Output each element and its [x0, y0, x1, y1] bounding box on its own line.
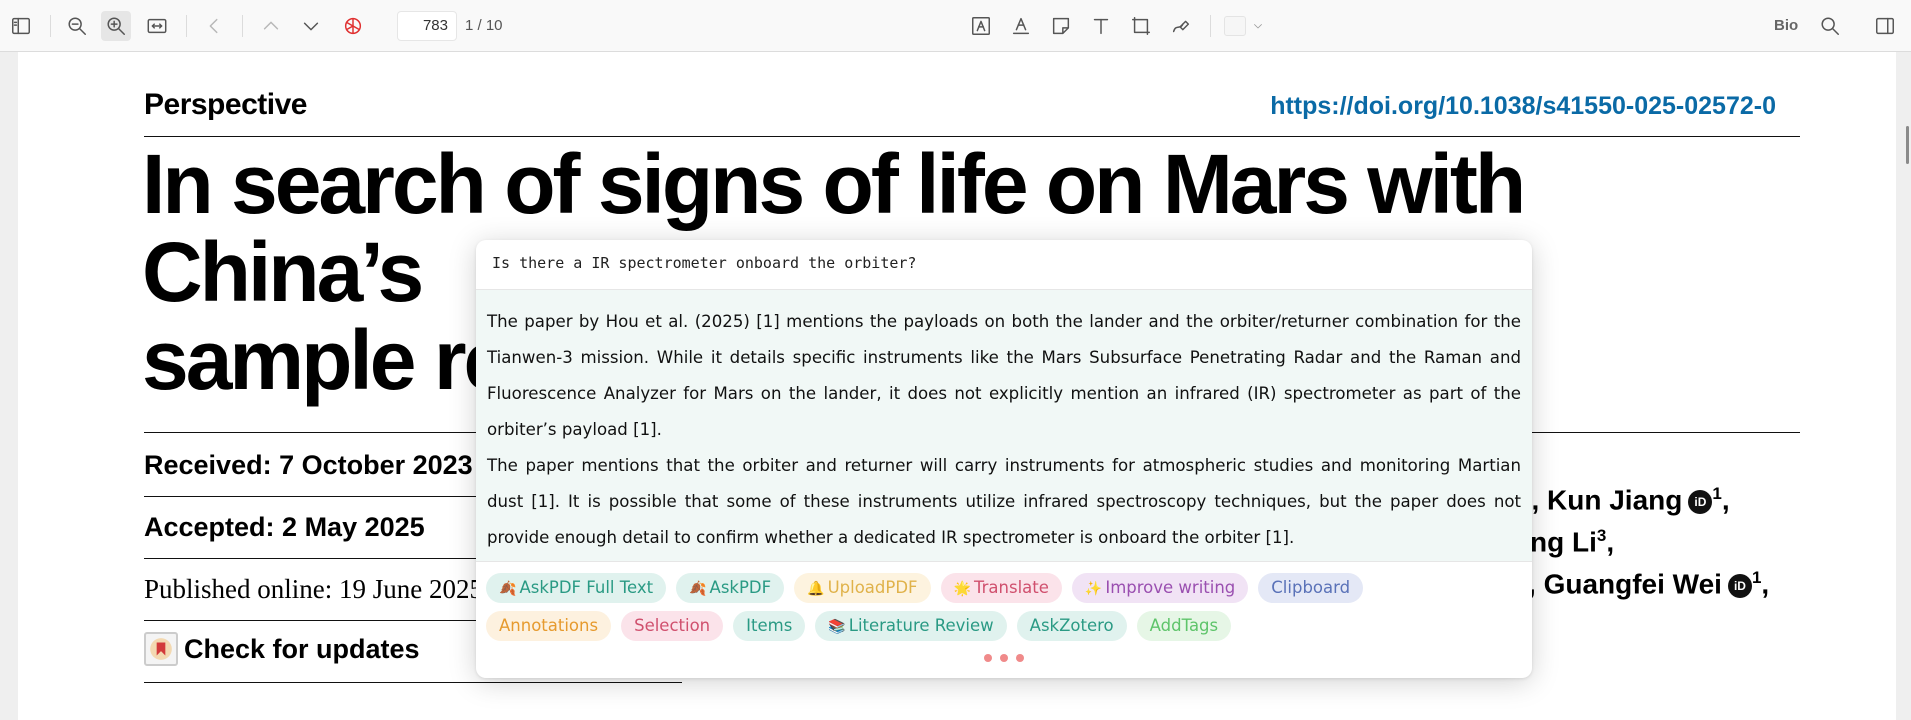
items-button[interactable]: Items: [733, 611, 806, 641]
dot-icon: [1000, 654, 1008, 662]
previous-page-icon[interactable]: [256, 11, 286, 41]
author-comma: ,: [1721, 484, 1730, 516]
fit-width-icon[interactable]: [142, 11, 172, 41]
scrollbar-thumb[interactable]: [1906, 126, 1909, 164]
chip-label: Clipboard: [1271, 578, 1351, 597]
author-sup: 3: [1596, 526, 1607, 545]
received-label: Received:: [144, 450, 272, 480]
askzotero-button[interactable]: AskZotero: [1016, 611, 1127, 641]
improve-writing-button[interactable]: ✨ Improve writing: [1071, 573, 1249, 603]
chip-label: Annotations: [499, 616, 599, 635]
author-sup: 1: [1712, 484, 1722, 503]
text-tool-icon[interactable]: [1086, 11, 1116, 41]
color-picker[interactable]: [1224, 16, 1246, 36]
answer-paragraph-2: The paper mentions that the orbiter and …: [487, 456, 1521, 547]
received-date: 7 October 2023: [279, 450, 473, 480]
page-number-input[interactable]: 783: [397, 11, 457, 41]
annotations-button[interactable]: Annotations: [486, 611, 612, 641]
answer-paragraph-1: The paper by Hou et al. (2025) [1] menti…: [487, 312, 1521, 439]
published-date: 19 June 2025: [339, 574, 483, 604]
author-guangfei-wei: , Guangfei Wei iD 1,: [1528, 568, 1769, 600]
accepted-line: Accepted: 2 May 2025: [144, 512, 425, 543]
chip-label: AskPDF: [709, 578, 772, 597]
draw-icon[interactable]: [1166, 11, 1196, 41]
chip-label: AskPDF Full Text: [519, 578, 654, 597]
zoom-out-icon[interactable]: [62, 11, 92, 41]
author-comma: ,: [1761, 568, 1770, 600]
accepted-label: Accepted:: [144, 512, 275, 542]
translate-button[interactable]: 🌟 Translate: [940, 573, 1062, 603]
author-name: Kun Jiang: [1547, 484, 1683, 516]
highlight-text-icon[interactable]: [966, 11, 996, 41]
author-name: ng Li: [1530, 526, 1597, 558]
published-line: Published online: 19 June 2025: [144, 574, 483, 605]
author-sup: 1: [1751, 568, 1762, 587]
published-label: Published online:: [144, 574, 333, 604]
toolbar: 783 1 / 10 Bio: [0, 0, 1911, 52]
emoji-icon: 🌟: [953, 581, 971, 597]
emoji-icon: 📚: [828, 619, 846, 635]
author-li: ng Li3,: [1530, 526, 1614, 558]
chip-label: AddTags: [1149, 616, 1219, 635]
chip-label: Improve writing: [1105, 578, 1236, 597]
uploadpdf-button[interactable]: 🔔 UploadPDF: [794, 573, 931, 603]
search-icon[interactable]: [1815, 11, 1845, 41]
page-count: 1 / 10: [465, 17, 503, 34]
meta-rule-4: [144, 682, 682, 683]
received-line: Received: 7 October 2023: [144, 450, 473, 481]
emoji-icon: 🍂: [689, 581, 707, 597]
selection-button[interactable]: Selection: [621, 611, 724, 641]
check-updates-label: Check for updates: [184, 633, 420, 664]
chip-label: Translate: [973, 578, 1049, 597]
action-buttons-row-2: Annotations Selection Items 📚 Literature Rev…: [486, 611, 1526, 641]
bio-label[interactable]: Bio: [1774, 17, 1798, 34]
dot-icon: [1016, 654, 1024, 662]
emoji-icon: 🔔: [807, 581, 825, 597]
ai-answer-popup: Is there a IR spectrometer onboard the o…: [476, 240, 1532, 678]
underline-text-icon[interactable]: [1006, 11, 1036, 41]
context-pane-toggle-icon[interactable]: [1870, 11, 1900, 41]
emoji-icon: 🍂: [499, 581, 517, 597]
chip-label: AskZotero: [1029, 616, 1114, 635]
doi-link[interactable]: https://doi.org/10.1038/s41550-025-02572…: [1270, 92, 1776, 121]
back-icon[interactable]: [199, 11, 229, 41]
emoji-icon: ✨: [1084, 581, 1103, 597]
askpdf-button[interactable]: 🍂 AskPDF: [676, 573, 785, 603]
chip-label: Literature Review: [848, 616, 994, 635]
zoom-in-icon[interactable]: [101, 11, 131, 41]
area-select-icon[interactable]: [1126, 11, 1156, 41]
accepted-date: 2 May 2025: [282, 512, 425, 542]
clipboard-button[interactable]: Clipboard: [1258, 573, 1364, 603]
note-icon[interactable]: [1046, 11, 1076, 41]
orcid-icon[interactable]: iD: [1688, 489, 1713, 514]
addtags-button[interactable]: AddTags: [1136, 611, 1232, 641]
action-buttons-row-1: 🍂 AskPDF Full Text 🍂 AskPDF 🔔 UploadPDF 🌟 Trans…: [486, 573, 1526, 603]
openai-icon[interactable]: [338, 11, 368, 41]
more-options-dots[interactable]: [476, 654, 1532, 662]
chip-label: UploadPDF: [827, 578, 918, 597]
chip-label: Items: [746, 616, 793, 635]
check-updates-link[interactable]: Check for updates: [144, 632, 420, 666]
literature-review-button[interactable]: 📚 Literature Review: [815, 611, 1007, 641]
author-kun-jiang: 6, Kun JiangiD1,: [1522, 484, 1730, 516]
dot-icon: [984, 654, 992, 662]
question-input[interactable]: Is there a IR spectrometer onboard the o…: [476, 240, 1532, 290]
next-page-icon[interactable]: [296, 11, 326, 41]
chevron-down-icon[interactable]: [1248, 11, 1268, 41]
crossmark-icon: [144, 632, 178, 666]
askpdf-full-text-button[interactable]: 🍂 AskPDF Full Text: [486, 573, 667, 603]
author-comma: ,: [1606, 526, 1615, 558]
answer-panel: The paper by Hou et al. (2025) [1] menti…: [476, 290, 1532, 562]
author-sep-1: ,: [1531, 484, 1548, 516]
orcid-icon[interactable]: iD: [1727, 573, 1752, 598]
sidebar-toggle-icon[interactable]: [6, 11, 36, 41]
author-name: Guangfei Wei: [1543, 568, 1722, 600]
section-label: Perspective: [144, 88, 307, 121]
chip-label: Selection: [634, 616, 711, 635]
